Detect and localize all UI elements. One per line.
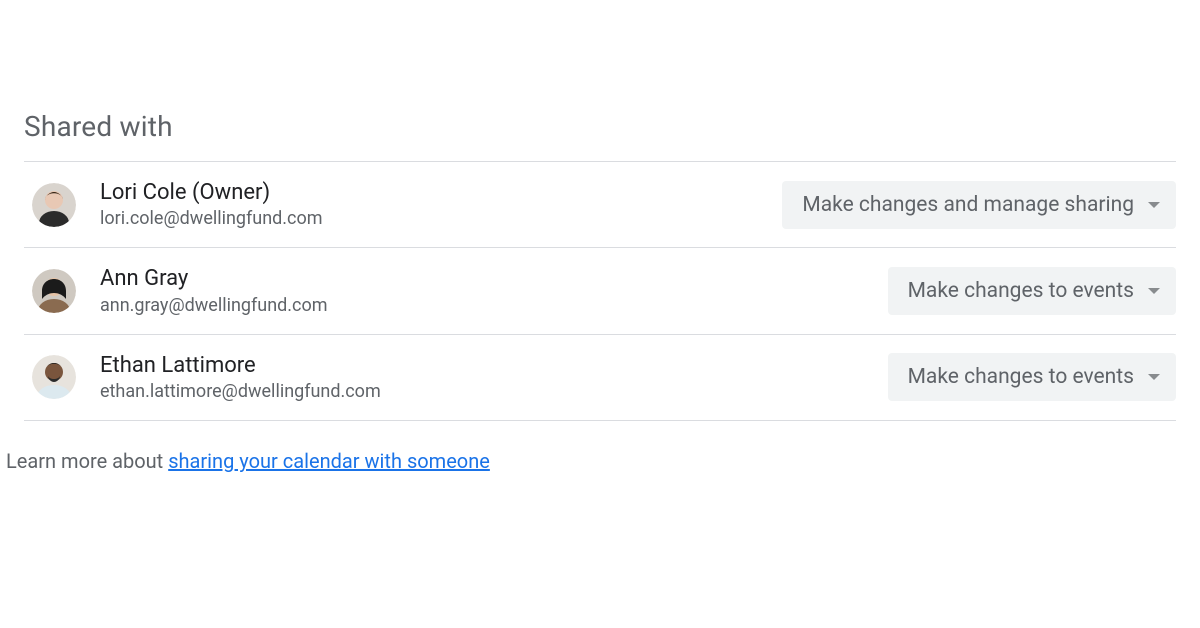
person-email: lori.cole@dwellingfund.com: [100, 208, 758, 229]
chevron-down-icon: [1148, 374, 1160, 380]
footer-text: Learn more about sharing your calendar w…: [6, 449, 1176, 473]
person-name: Ann Gray: [100, 266, 864, 292]
learn-more-link[interactable]: sharing your calendar with someone: [168, 449, 490, 473]
permission-label: Make changes to events: [908, 365, 1134, 389]
avatar: [32, 355, 76, 399]
person-name: Ethan Lattimore: [100, 353, 864, 379]
permission-label: Make changes to events: [908, 279, 1134, 303]
shared-with-list: Lori Cole (Owner) lori.cole@dwellingfund…: [24, 161, 1176, 421]
permission-label: Make changes and manage sharing: [802, 193, 1134, 217]
avatar: [32, 183, 76, 227]
person-name: Lori Cole (Owner): [100, 180, 758, 206]
chevron-down-icon: [1148, 288, 1160, 294]
person-info: Ethan Lattimore ethan.lattimore@dwelling…: [100, 353, 864, 402]
avatar: [32, 269, 76, 313]
section-title: Shared with: [24, 110, 1176, 143]
person-email: ethan.lattimore@dwellingfund.com: [100, 381, 864, 402]
person-email: ann.gray@dwellingfund.com: [100, 295, 864, 316]
list-item: Ethan Lattimore ethan.lattimore@dwelling…: [24, 335, 1176, 421]
person-info: Lori Cole (Owner) lori.cole@dwellingfund…: [100, 180, 758, 229]
permission-dropdown[interactable]: Make changes to events: [888, 267, 1176, 315]
permission-dropdown[interactable]: Make changes and manage sharing: [782, 181, 1176, 229]
chevron-down-icon: [1148, 202, 1160, 208]
shared-with-section: Shared with Lori Cole (Owner) lori.cole@…: [0, 0, 1200, 473]
permission-dropdown[interactable]: Make changes to events: [888, 353, 1176, 401]
person-info: Ann Gray ann.gray@dwellingfund.com: [100, 266, 864, 315]
list-item: Ann Gray ann.gray@dwellingfund.com Make …: [24, 248, 1176, 334]
list-item: Lori Cole (Owner) lori.cole@dwellingfund…: [24, 162, 1176, 248]
footer-prefix: Learn more about: [6, 449, 168, 473]
